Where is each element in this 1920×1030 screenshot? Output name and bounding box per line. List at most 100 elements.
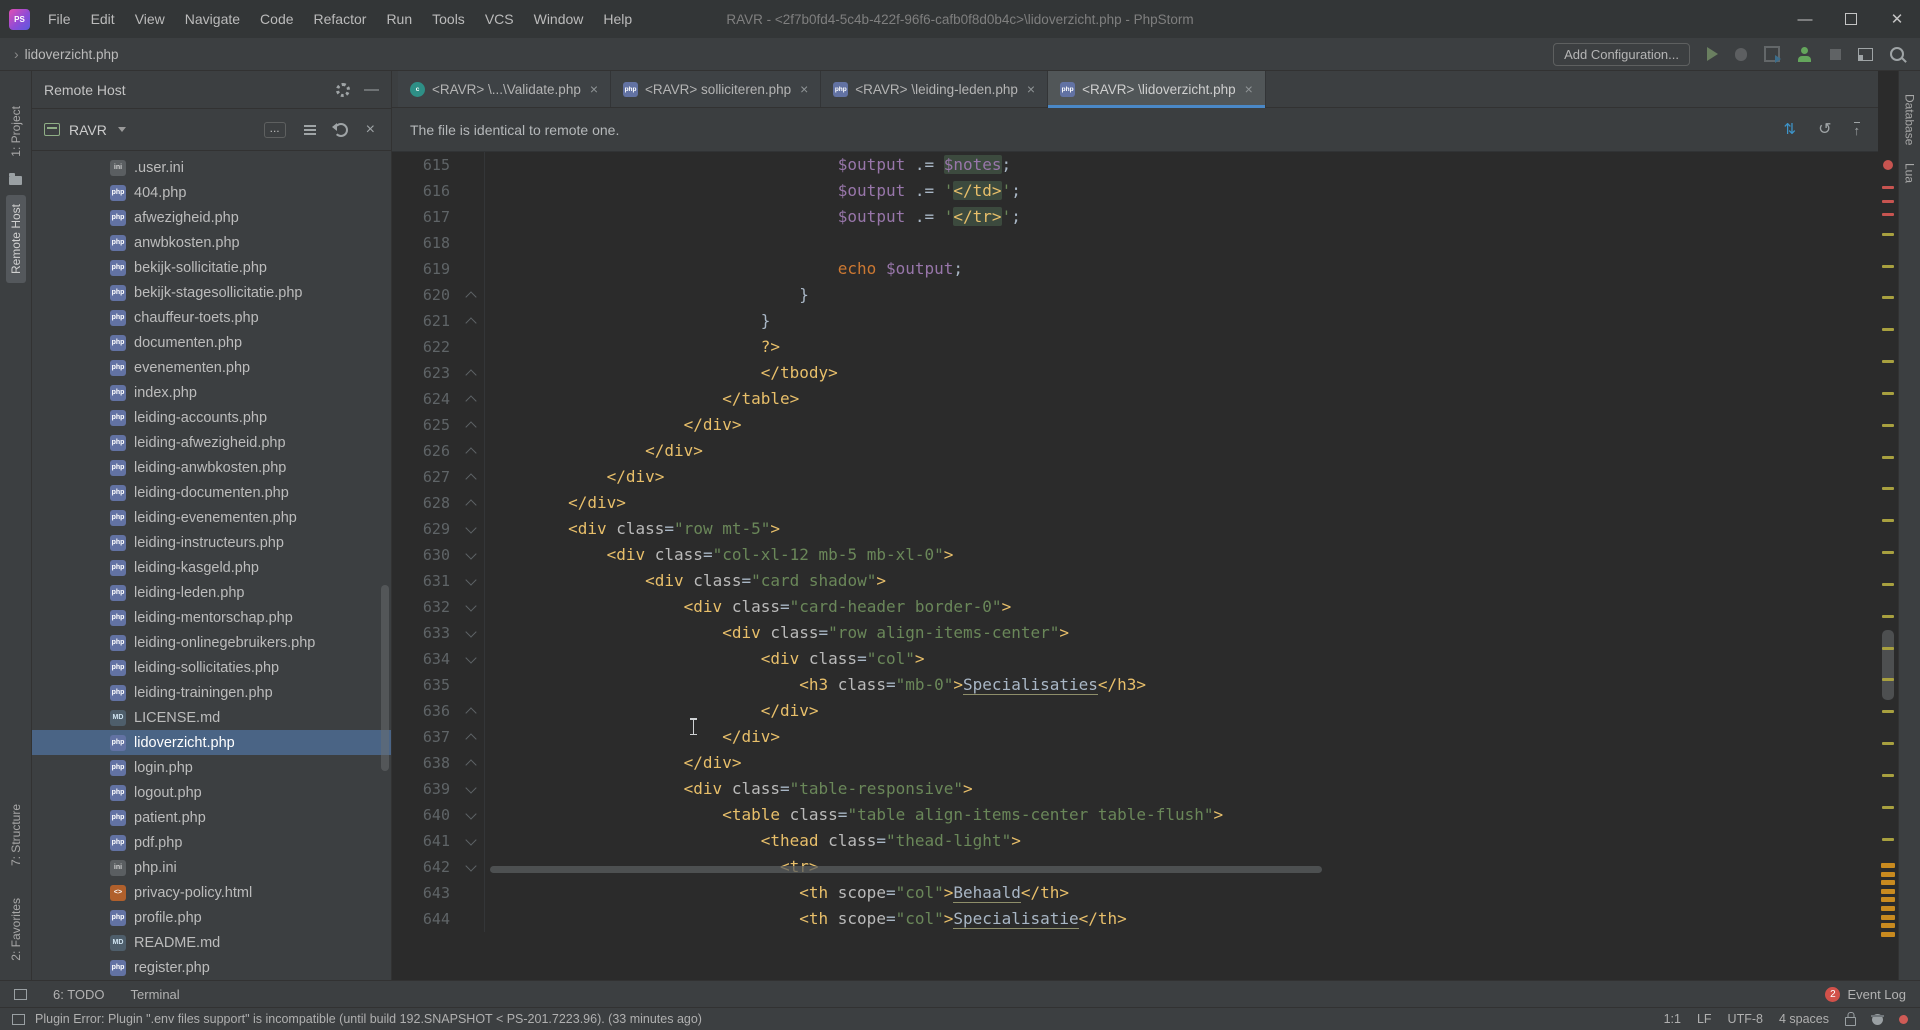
editor-tab[interactable]: php<RAVR> solliciteren.php× <box>611 71 821 107</box>
tree-item[interactable]: phpleiding-kasgeld.php <box>32 555 391 580</box>
code-line[interactable]: 638 </div> <box>392 750 1878 776</box>
menu-refactor[interactable]: Refactor <box>304 0 377 38</box>
tree-item[interactable]: iniphp.ini <box>32 855 391 880</box>
server-selector[interactable]: RAVR <box>69 122 107 138</box>
code-line[interactable]: 635 <h3 class="mb-0">Specialisaties</h3> <box>392 672 1878 698</box>
fold-marker[interactable] <box>458 865 484 870</box>
line-number[interactable]: 616 <box>392 182 458 200</box>
line-number[interactable]: 626 <box>392 442 458 460</box>
fold-marker[interactable] <box>458 657 484 662</box>
line-number[interactable]: 622 <box>392 338 458 356</box>
code-line[interactable]: 636 </div> <box>392 698 1878 724</box>
close-button[interactable]: ✕ <box>1874 0 1920 38</box>
code-line[interactable]: 639 <div class="table-responsive"> <box>392 776 1878 802</box>
fold-marker[interactable] <box>458 472 484 483</box>
code-line[interactable]: 643 <th scope="col">Behaald</th> <box>392 880 1878 906</box>
run-icon[interactable] <box>1707 47 1718 61</box>
code-editor[interactable]: 615 $output .= $notes;616 $output .= '</… <box>392 152 1878 980</box>
upload-icon[interactable]: ↑ <box>1854 122 1861 137</box>
tree-item[interactable]: phplogout.php <box>32 780 391 805</box>
stripe-mark[interactable] <box>1882 200 1894 203</box>
stripe-mark[interactable] <box>1882 456 1894 459</box>
tree-item[interactable]: MDLICENSE.md <box>32 705 391 730</box>
stripe-mark[interactable] <box>1882 838 1894 841</box>
fold-marker[interactable] <box>458 527 484 532</box>
stripe-mark[interactable] <box>1881 863 1895 868</box>
code-line[interactable]: 628 </div> <box>392 490 1878 516</box>
code-line[interactable]: 622 ?> <box>392 334 1878 360</box>
maximize-button[interactable] <box>1828 0 1874 38</box>
line-number[interactable]: 615 <box>392 156 458 174</box>
tree-item[interactable]: phpleiding-trainingen.php <box>32 680 391 705</box>
sync-icon[interactable]: ⇅ <box>1784 123 1797 137</box>
fold-marker[interactable] <box>458 420 484 431</box>
line-number[interactable]: 640 <box>392 806 458 824</box>
browse-button[interactable]: ... <box>264 122 286 138</box>
fold-marker[interactable] <box>458 732 484 743</box>
tree-item[interactable]: phpdocumenten.php <box>32 330 391 355</box>
tree-item[interactable]: phpleiding-sollicitaties.php <box>32 655 391 680</box>
fold-marker[interactable] <box>458 758 484 769</box>
line-number[interactable]: 643 <box>392 884 458 902</box>
line-number[interactable]: 634 <box>392 650 458 668</box>
add-configuration-button[interactable]: Add Configuration... <box>1553 43 1690 66</box>
fold-marker[interactable] <box>458 787 484 792</box>
menu-vcs[interactable]: VCS <box>475 0 524 38</box>
fold-marker[interactable] <box>458 706 484 717</box>
code-line[interactable]: 615 $output .= $notes; <box>392 152 1878 178</box>
line-number[interactable]: 620 <box>392 286 458 304</box>
vertical-scrollbar[interactable] <box>1882 630 1894 700</box>
tool-tab-project[interactable]: 1: Project <box>6 97 26 166</box>
fold-marker[interactable] <box>458 394 484 405</box>
stripe-mark[interactable] <box>1881 915 1895 920</box>
code-line[interactable]: 618 <box>392 230 1878 256</box>
code-line[interactable]: 640 <table class="table align-items-cent… <box>392 802 1878 828</box>
tree-item[interactable]: MDREADME.md <box>32 930 391 955</box>
tool-tab-todo[interactable]: 6: TODO <box>53 987 105 1002</box>
stripe-mark[interactable] <box>1882 742 1894 745</box>
close-icon[interactable]: × <box>590 81 598 97</box>
code-line[interactable]: 644 <th scope="col">Specialisatie</th> <box>392 906 1878 932</box>
code-line[interactable]: 627 </div> <box>392 464 1878 490</box>
stripe-mark[interactable] <box>1882 678 1894 681</box>
line-number[interactable]: 633 <box>392 624 458 642</box>
tree-item[interactable]: phpleiding-onlinegebruikers.php <box>32 630 391 655</box>
users-icon[interactable] <box>1797 47 1813 62</box>
coverage-icon[interactable] <box>1764 46 1780 62</box>
tool-tab-remote-host[interactable]: Remote Host <box>6 195 26 283</box>
menu-window[interactable]: Window <box>524 0 594 38</box>
code-line[interactable]: 629 <div class="row mt-5"> <box>392 516 1878 542</box>
menu-file[interactable]: File <box>38 0 81 38</box>
code-line[interactable]: 641 <thead class="thead-light"> <box>392 828 1878 854</box>
stripe-mark[interactable] <box>1882 392 1894 395</box>
stripe-mark[interactable] <box>1882 615 1894 618</box>
stripe-mark[interactable] <box>1882 424 1894 427</box>
tree-item[interactable]: phpleiding-anwbkosten.php <box>32 455 391 480</box>
filter-icon[interactable] <box>304 125 316 127</box>
line-number[interactable]: 623 <box>392 364 458 382</box>
tree-item[interactable]: phplogin.php <box>32 755 391 780</box>
tree-item[interactable]: php404.php <box>32 180 391 205</box>
indent-widget[interactable]: 4 spaces <box>1779 1012 1829 1026</box>
breadcrumb[interactable]: lidoverzicht.php <box>25 47 119 62</box>
tool-tab-structure[interactable]: 7: Structure <box>6 795 26 875</box>
stripe-mark[interactable] <box>1881 889 1895 894</box>
stripe-mark[interactable] <box>1882 583 1894 586</box>
line-number[interactable]: 636 <box>392 702 458 720</box>
tree-item[interactable]: phpleiding-leden.php <box>32 580 391 605</box>
stripe-mark[interactable] <box>1882 774 1894 777</box>
line-number[interactable]: 618 <box>392 234 458 252</box>
stripe-mark[interactable] <box>1882 233 1894 236</box>
tree-item[interactable]: phpregister.php <box>32 955 391 977</box>
fold-marker[interactable] <box>458 553 484 558</box>
editor-tab[interactable]: php<RAVR> \leiding-leden.php× <box>821 71 1048 107</box>
tree-item[interactable]: phpbekijk-sollicitatie.php <box>32 255 391 280</box>
tree-item[interactable]: phpleiding-mentorschap.php <box>32 605 391 630</box>
search-icon[interactable] <box>1890 47 1904 61</box>
fold-marker[interactable] <box>458 446 484 457</box>
line-number[interactable]: 632 <box>392 598 458 616</box>
tree-item[interactable]: phpleiding-evenementen.php <box>32 505 391 530</box>
line-number[interactable]: 624 <box>392 390 458 408</box>
tree-item[interactable]: phpleiding-accounts.php <box>32 405 391 430</box>
stripe-mark[interactable] <box>1881 906 1895 911</box>
